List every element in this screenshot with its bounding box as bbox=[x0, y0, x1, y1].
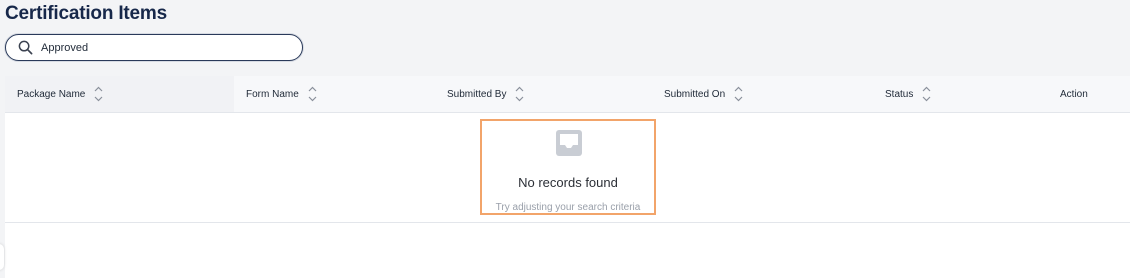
empty-state-row: No records found Try adjusting your sear… bbox=[5, 113, 1130, 223]
column-header-label: Status bbox=[885, 88, 914, 100]
column-header-status[interactable]: Status bbox=[885, 76, 931, 112]
certification-items-table: Package Name Form Name Submitted By Subm… bbox=[5, 76, 1130, 278]
column-header-action: Action bbox=[1060, 76, 1088, 112]
column-header-form-name[interactable]: Form Name bbox=[234, 76, 434, 112]
empty-state: No records found Try adjusting your sear… bbox=[480, 119, 656, 215]
column-header-label: Action bbox=[1060, 88, 1088, 100]
inbox-icon bbox=[555, 129, 583, 157]
column-header-submitted-by[interactable]: Submitted By bbox=[447, 76, 524, 112]
column-header-submitted-on[interactable]: Submitted On bbox=[664, 76, 743, 112]
column-header-label: Submitted By bbox=[447, 88, 507, 100]
page-title: Certification Items bbox=[5, 3, 167, 24]
empty-state-subtitle: Try adjusting your search criteria bbox=[495, 202, 641, 213]
sort-icon[interactable] bbox=[515, 86, 524, 102]
sort-icon[interactable] bbox=[94, 86, 103, 102]
search-box[interactable] bbox=[5, 34, 303, 61]
column-header-label: Package Name bbox=[17, 88, 86, 100]
sort-icon[interactable] bbox=[734, 86, 743, 102]
side-panel-handle[interactable] bbox=[0, 244, 4, 270]
column-header-label: Form Name bbox=[246, 88, 299, 100]
search-icon bbox=[16, 39, 34, 57]
search-input[interactable] bbox=[41, 41, 281, 54]
column-header-package-name[interactable]: Package Name bbox=[5, 76, 234, 112]
column-header-label: Submitted On bbox=[664, 88, 726, 100]
sort-icon[interactable] bbox=[922, 86, 931, 102]
empty-state-title: No records found bbox=[518, 175, 618, 190]
table-header: Package Name Form Name Submitted By Subm… bbox=[5, 76, 1130, 113]
sort-icon[interactable] bbox=[308, 86, 317, 102]
